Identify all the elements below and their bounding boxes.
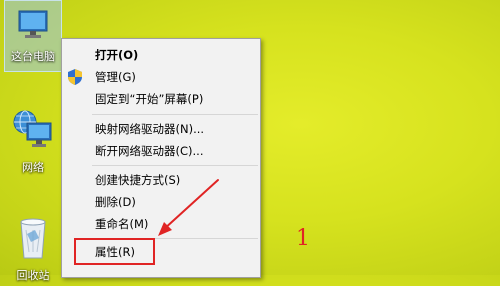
- annotation-number: 1: [296, 226, 310, 251]
- annotation-arrow-icon: [158, 179, 219, 236]
